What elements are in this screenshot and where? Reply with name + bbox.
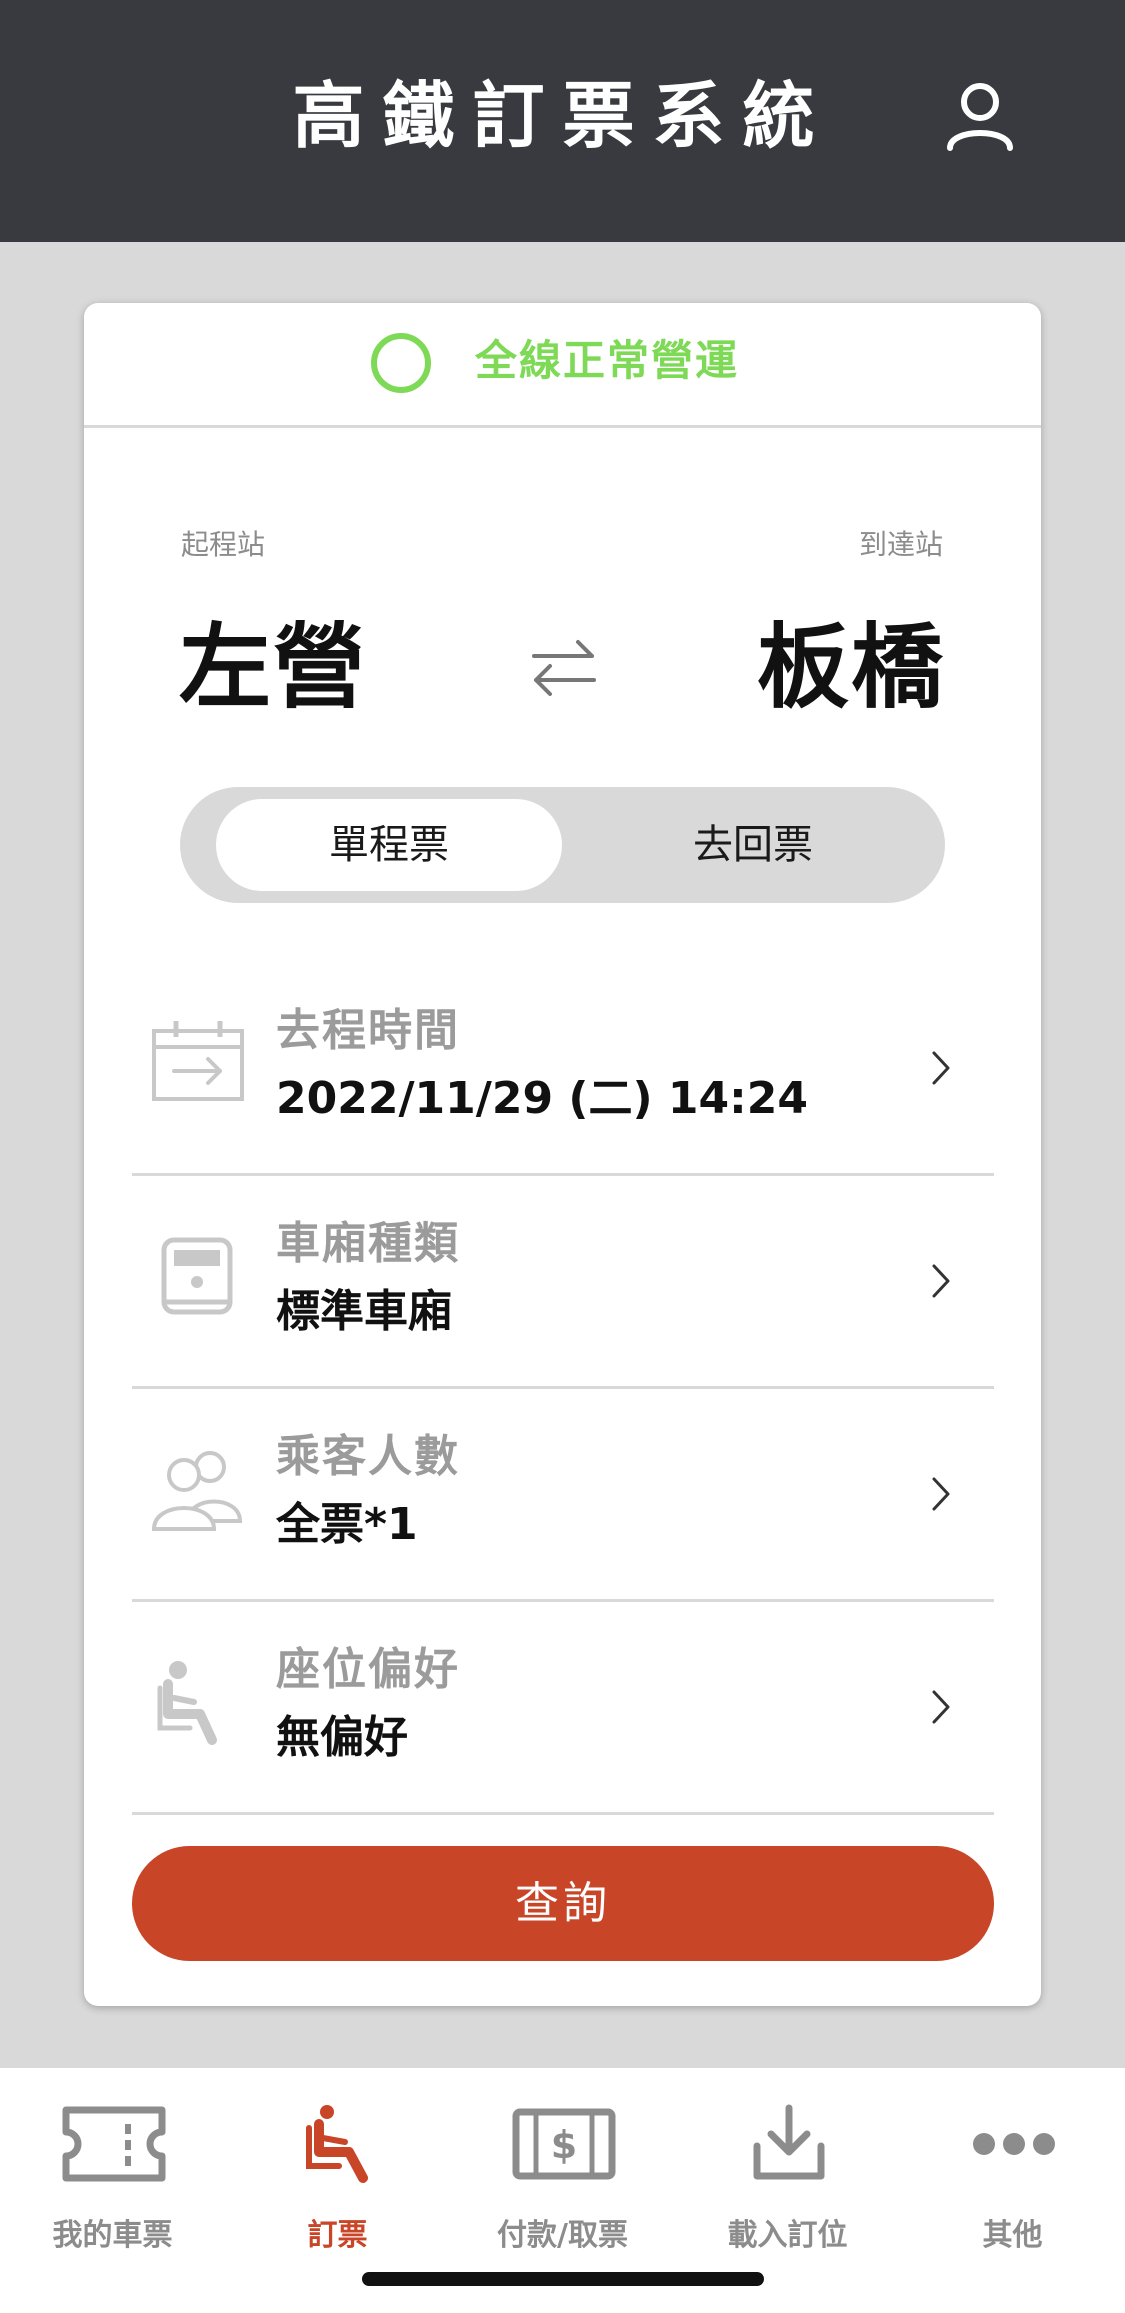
home-indicator bbox=[362, 2272, 764, 2286]
seat-preference-label: 座位偏好 bbox=[276, 1644, 460, 1695]
tab-label: 訂票 bbox=[307, 2218, 368, 2253]
from-station-label: 起程站 bbox=[181, 528, 266, 561]
chevron-right-icon bbox=[922, 1682, 962, 1732]
departure-time-value: 2022/11/29 (二) 14:24 bbox=[276, 1073, 808, 1124]
passengers-value: 全票*1 bbox=[276, 1499, 418, 1550]
service-status: 全線正常營運 bbox=[84, 303, 1041, 428]
tab-more[interactable]: 其他 bbox=[900, 2068, 1125, 2268]
seat-preference-row[interactable]: 座位偏好 無偏好 bbox=[132, 1602, 994, 1815]
tab-my-tickets[interactable]: 我的車票 bbox=[0, 2068, 225, 2268]
seat-icon bbox=[287, 2104, 391, 2184]
tab-label: 付款/取票 bbox=[497, 2218, 628, 2253]
one-way-option[interactable]: 單程票 bbox=[216, 799, 562, 891]
cash-icon: $ bbox=[512, 2104, 616, 2184]
tab-load-reservation[interactable]: 載入訂位 bbox=[675, 2068, 900, 2268]
train-car-icon bbox=[148, 1226, 248, 1326]
tab-label: 我的車票 bbox=[52, 2218, 173, 2253]
car-type-row[interactable]: 車廂種類 標準車廂 bbox=[132, 1176, 994, 1389]
booking-card: 全線正常營運 起程站 到達站 左營 板橋 單程票 去回票 去程時間 2022/1… bbox=[84, 303, 1041, 2006]
chevron-right-icon bbox=[922, 1043, 962, 1093]
to-station[interactable]: 板橋 bbox=[757, 608, 945, 728]
chevron-right-icon bbox=[922, 1469, 962, 1519]
departure-time-label: 去程時間 bbox=[276, 1005, 460, 1056]
more-dots-icon bbox=[962, 2104, 1066, 2184]
passengers-row[interactable]: 乘客人數 全票*1 bbox=[132, 1389, 994, 1602]
status-circle-icon bbox=[371, 333, 431, 393]
tab-booking[interactable]: 訂票 bbox=[225, 2068, 450, 2268]
trip-type-toggle: 單程票 去回票 bbox=[180, 787, 945, 903]
swap-arrows-icon[interactable] bbox=[524, 628, 604, 708]
seat-icon bbox=[148, 1652, 248, 1752]
car-type-label: 車廂種類 bbox=[276, 1218, 460, 1269]
car-type-value: 標準車廂 bbox=[276, 1286, 452, 1337]
tab-label: 載入訂位 bbox=[727, 2218, 848, 2253]
status-text: 全線正常營運 bbox=[475, 336, 740, 385]
tab-payment-pickup[interactable]: $ 付款/取票 bbox=[450, 2068, 675, 2268]
person-icon[interactable] bbox=[940, 76, 1020, 156]
ticket-icon bbox=[62, 2104, 166, 2184]
tab-label: 其他 bbox=[982, 2218, 1043, 2253]
from-station[interactable]: 左營 bbox=[179, 608, 367, 728]
app-header: 高鐵訂票系統 bbox=[0, 0, 1125, 242]
passengers-label: 乘客人數 bbox=[276, 1431, 460, 1482]
search-button[interactable]: 查詢 bbox=[132, 1846, 994, 1961]
departure-time-row[interactable]: 去程時間 2022/11/29 (二) 14:24 bbox=[132, 963, 994, 1176]
to-station-label: 到達站 bbox=[858, 528, 943, 561]
passengers-icon bbox=[148, 1439, 248, 1539]
seat-preference-value: 無偏好 bbox=[276, 1712, 408, 1763]
calendar-arrow-icon bbox=[148, 1013, 248, 1113]
chevron-right-icon bbox=[922, 1256, 962, 1306]
download-icon bbox=[737, 2104, 841, 2184]
round-trip-option[interactable]: 去回票 bbox=[580, 799, 926, 891]
svg-text:$: $ bbox=[551, 2123, 577, 2167]
